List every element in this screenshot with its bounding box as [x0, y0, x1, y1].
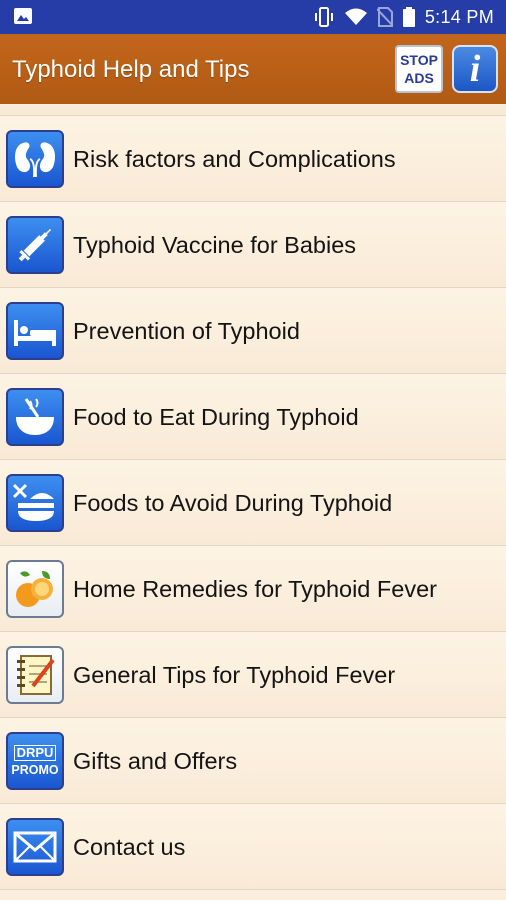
orange-fruit-icon: [6, 560, 64, 618]
info-icon: i: [469, 48, 481, 90]
battery-icon: [402, 7, 415, 27]
list-item[interactable]: [0, 104, 506, 116]
list-item-food-to-avoid[interactable]: Foods to Avoid During Typhoid: [0, 460, 506, 546]
list-item-food-to-eat[interactable]: Food to Eat During Typhoid: [0, 374, 506, 460]
status-bar: 5:14 PM: [0, 0, 506, 34]
no-sim-icon: [376, 7, 393, 27]
image-icon: [14, 8, 32, 24]
vibrate-icon: [314, 7, 333, 27]
info-button[interactable]: i: [452, 45, 498, 93]
list-item-label: Risk factors and Complications: [73, 145, 396, 172]
bowl-icon: [6, 388, 64, 446]
notepad-icon: [6, 646, 64, 704]
list-item-label: Prevention of Typhoid: [73, 317, 300, 344]
list-item-home-remedies[interactable]: Home Remedies for Typhoid Fever: [0, 546, 506, 632]
list-item-vaccine[interactable]: Typhoid Vaccine for Babies: [0, 202, 506, 288]
envelope-icon: [6, 818, 64, 876]
promo-line1: DRPU: [13, 745, 57, 761]
syringe-icon: [6, 216, 64, 274]
list-item-label: Contact us: [73, 833, 186, 860]
menu-list[interactable]: Risk factors and Complications Typhoid V…: [0, 104, 506, 900]
list-item-risk-factors[interactable]: Risk factors and Complications: [0, 116, 506, 202]
clock: 5:14 PM: [424, 6, 494, 27]
list-item-label: Foods to Avoid During Typhoid: [73, 489, 393, 516]
stop-ads-label-line1: STOP: [400, 52, 438, 68]
list-item-contact-us[interactable]: Contact us: [0, 804, 506, 890]
bed-icon: [6, 302, 64, 360]
stop-ads-button[interactable]: STOP ADS: [395, 45, 443, 93]
drpu-promo-icon: DRPU PROMO: [6, 732, 64, 790]
list-item-label: Gifts and Offers: [73, 747, 238, 774]
list-item-label: Home Remedies for Typhoid Fever: [73, 575, 437, 602]
list-item-gifts-offers[interactable]: DRPU PROMO Gifts and Offers: [0, 718, 506, 804]
burger-cross-icon: [6, 474, 64, 532]
list-item-label: Typhoid Vaccine for Babies: [73, 231, 357, 258]
list-item-label: General Tips for Typhoid Fever: [73, 661, 396, 688]
list-item-label: [73, 104, 453, 116]
list-item-label: Food to Eat During Typhoid: [73, 403, 359, 430]
promo-line2: PROMO: [11, 763, 59, 777]
list-item-prevention[interactable]: Prevention of Typhoid: [0, 288, 506, 374]
kidney-icon: [6, 130, 64, 188]
stop-ads-label-line2: ADS: [404, 70, 434, 86]
app-title: Typhoid Help and Tips: [12, 56, 250, 83]
wifi-icon: [344, 8, 367, 25]
status-icons: 5:14 PM: [313, 0, 494, 34]
list-item-general-tips[interactable]: General Tips for Typhoid Fever: [0, 632, 506, 718]
